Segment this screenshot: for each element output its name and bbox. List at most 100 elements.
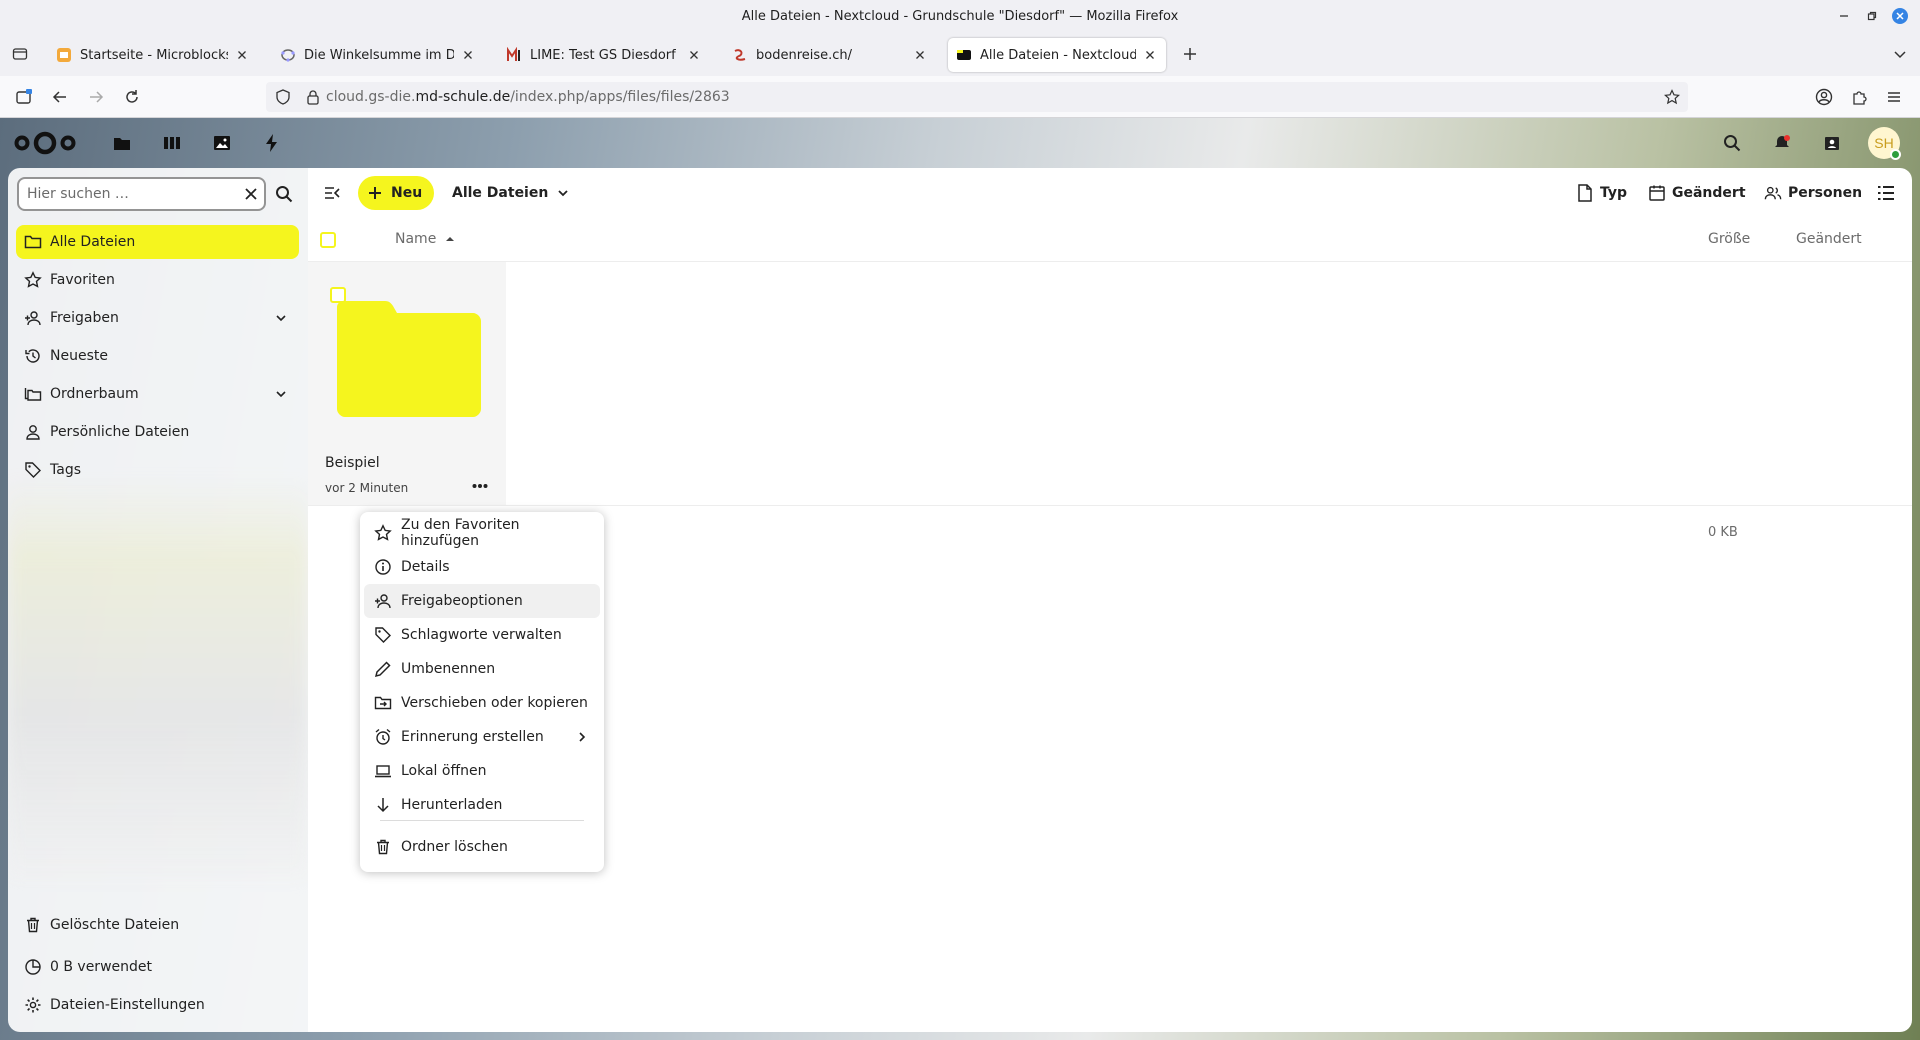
notifications-icon[interactable] <box>1770 131 1794 155</box>
search-field[interactable] <box>17 177 266 211</box>
sidebar-item-neueste[interactable]: Neueste <box>16 339 299 373</box>
history-icon <box>24 347 42 365</box>
activity-app-icon[interactable] <box>260 131 284 155</box>
files-app-icon[interactable] <box>110 131 134 155</box>
sidebar-item-label: Tags <box>50 462 81 478</box>
app-navigation: Alle Dateien Favoriten Freigaben Neueste… <box>8 168 308 1032</box>
laptop-icon <box>374 762 392 780</box>
tab-bar: Startseite - Microblocks Die Winkelsumme… <box>0 33 1920 76</box>
tab-lime[interactable]: LIME: Test GS Diesdorf 12.0 <box>498 38 710 72</box>
new-button[interactable]: Neu <box>358 176 435 210</box>
info-icon <box>374 558 392 576</box>
sidebar-item-persoenliche-dateien[interactable]: Persönliche Dateien <box>16 415 299 449</box>
select-all-checkbox[interactable] <box>320 232 336 248</box>
breadcrumb[interactable]: Alle Dateien <box>452 176 570 210</box>
menu-item-add-favorite[interactable]: Zu den Favoriten hinzufügen <box>364 516 600 550</box>
files-toolbar: Neu Alle Dateien Typ Geändert Personen <box>308 168 1912 218</box>
filter-people-button[interactable]: Personen <box>1764 176 1862 210</box>
close-window-button[interactable] <box>1892 8 1908 24</box>
extensions-button[interactable] <box>1848 85 1872 109</box>
sidebar-item-alle-dateien[interactable]: Alle Dateien <box>16 225 299 259</box>
alarm-icon <box>374 728 392 746</box>
file-name[interactable]: Beispiel <box>325 455 380 471</box>
lock-icon[interactable] <box>300 89 326 105</box>
sidebar-item-tags[interactable]: Tags <box>16 453 299 487</box>
list-all-tabs-button[interactable] <box>1888 42 1912 66</box>
search-submit-button[interactable] <box>272 182 296 206</box>
pencil-icon <box>374 660 392 678</box>
back-button[interactable] <box>48 85 72 109</box>
file-tile[interactable]: Beispiel vor 2 Minuten <box>308 262 506 506</box>
bookmark-star-icon[interactable] <box>1664 89 1680 105</box>
menu-item-create-reminder[interactable]: Erinnerung erstellen <box>364 720 600 754</box>
sidebar-item-favoriten[interactable]: Favoriten <box>16 263 299 297</box>
chevron-down-icon <box>558 190 568 197</box>
tab-nextcloud[interactable]: Alle Dateien - Nextcloud - G <box>948 38 1166 72</box>
sort-by-size-button[interactable]: Größe <box>1708 231 1750 247</box>
nextcloud-logo[interactable] <box>14 130 76 156</box>
menu-item-rename[interactable]: Umbenennen <box>364 652 600 686</box>
sidebar-item-geloeschte-dateien[interactable]: Gelöschte Dateien <box>16 908 299 942</box>
restore-button[interactable] <box>1864 8 1880 24</box>
close-tab-icon[interactable] <box>1142 47 1158 63</box>
grid-view-toggle[interactable] <box>1874 181 1898 205</box>
account-button[interactable] <box>1812 85 1836 109</box>
menu-item-download[interactable]: Herunterladen <box>364 788 600 822</box>
menu-item-move-copy[interactable]: Verschieben oder kopieren <box>364 686 600 720</box>
reload-button[interactable] <box>120 85 144 109</box>
folder-icon[interactable] <box>337 301 481 417</box>
files-settings-button[interactable]: Dateien-Einstellungen <box>16 988 299 1022</box>
clear-search-icon[interactable] <box>244 187 258 201</box>
star-icon <box>24 271 42 289</box>
geogebra-favicon <box>280 47 296 63</box>
sidebar-item-label: Dateien-Einstellungen <box>50 997 205 1013</box>
sidebar-item-freigaben[interactable]: Freigaben <box>16 301 299 335</box>
contacts-menu-icon[interactable] <box>1820 131 1844 155</box>
quota-text: 0 B verwendet <box>50 959 152 975</box>
toggle-navigation-button[interactable] <box>320 181 344 205</box>
close-tab-icon[interactable] <box>686 47 702 63</box>
firefox-view-button[interactable] <box>8 42 32 66</box>
filter-modified-button[interactable]: Geändert <box>1648 176 1746 210</box>
app-menu-button[interactable] <box>1882 85 1906 109</box>
menu-item-details[interactable]: Details <box>364 550 600 584</box>
unified-search-icon[interactable] <box>1720 131 1744 155</box>
forward-button[interactable] <box>84 85 108 109</box>
plus-icon <box>369 187 381 199</box>
tracking-shield-icon[interactable] <box>266 89 300 105</box>
menu-item-delete-folder[interactable]: Ordner löschen <box>364 830 600 864</box>
url-text[interactable]: cloud.gs-die.md-schule.de/index.php/apps… <box>326 89 730 105</box>
sidebar-button[interactable] <box>12 85 36 109</box>
tab-bodenreise[interactable]: bodenreise.ch/ <box>724 38 936 72</box>
column-header-name: Name <box>395 231 437 247</box>
chevron-down-icon[interactable] <box>273 386 289 402</box>
chevron-down-icon[interactable] <box>273 310 289 326</box>
close-tab-icon[interactable] <box>234 47 250 63</box>
new-tab-button[interactable] <box>1178 42 1202 66</box>
menu-item-manage-tags[interactable]: Schlagworte verwalten <box>364 618 600 652</box>
search-input[interactable] <box>27 186 244 202</box>
hamburger-icon <box>1888 92 1900 102</box>
avatar[interactable]: SH <box>1868 127 1901 160</box>
file-actions-menu: Zu den Favoriten hinzufügen Details Frei… <box>360 512 604 872</box>
sort-by-name-button[interactable]: Name <box>395 231 456 247</box>
sort-by-modified-button[interactable]: Geändert <box>1796 231 1862 247</box>
close-tab-icon[interactable] <box>912 47 928 63</box>
file-size: 0 KB <box>1708 525 1738 540</box>
minimize-button[interactable] <box>1836 8 1852 24</box>
file-actions-button[interactable] <box>468 474 492 498</box>
menu-item-sharing-options[interactable]: Freigabeoptionen <box>364 584 600 618</box>
deck-app-icon[interactable] <box>160 131 184 155</box>
photos-app-icon[interactable] <box>210 131 234 155</box>
close-icon <box>1896 12 1904 20</box>
window-titlebar: Alle Dateien - Nextcloud - Grundschule "… <box>0 0 1920 33</box>
url-bar[interactable]: cloud.gs-die.md-schule.de/index.php/apps… <box>266 82 1688 112</box>
menu-item-open-locally[interactable]: Lokal öffnen <box>364 754 600 788</box>
close-tab-icon[interactable] <box>460 47 476 63</box>
tab-microblocks[interactable]: Startseite - Microblocks <box>48 38 258 72</box>
sidebar-item-ordnerbaum[interactable]: Ordnerbaum <box>16 377 299 411</box>
filter-type-button[interactable]: Typ <box>1576 176 1627 210</box>
tab-winkelsumme[interactable]: Die Winkelsumme im Dreiec <box>272 38 484 72</box>
row-divider <box>308 505 1912 506</box>
menu-item-label: Zu den Favoriten hinzufügen <box>401 517 520 549</box>
